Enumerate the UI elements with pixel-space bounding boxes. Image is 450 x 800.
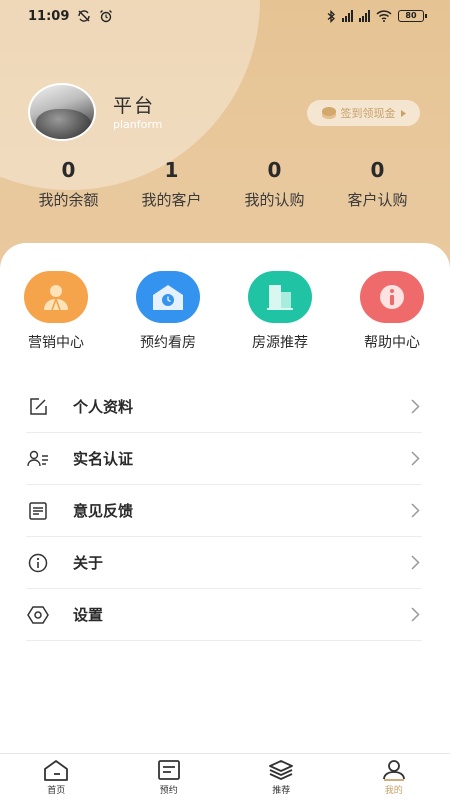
signal-icon-2 — [359, 10, 370, 22]
tab-label: 我的 — [384, 786, 403, 796]
stat-balance[interactable]: 0 我的余额 — [17, 158, 120, 210]
chevron-right-icon — [411, 607, 420, 622]
menu-item-verification[interactable]: 实名认证 — [26, 433, 422, 485]
tab-label: 推荐 — [272, 786, 291, 796]
signin-cash-label: 签到领现金 — [340, 107, 396, 120]
stat-client-subscriptions[interactable]: 0 客户认购 — [326, 158, 429, 210]
user-icon — [382, 760, 405, 781]
menu-item-label: 意见反馈 — [73, 502, 134, 520]
menu-item-label: 实名认证 — [73, 450, 134, 468]
tab-appointment[interactable]: 预约 — [113, 754, 226, 800]
quick-action-listings[interactable]: 房源推荐 — [235, 271, 325, 352]
signin-cash-button[interactable]: 签到领现金 — [307, 100, 420, 126]
menu-item-about[interactable]: 关于 — [26, 537, 422, 589]
info-icon — [26, 551, 50, 575]
status-left: 11:09 — [28, 9, 113, 24]
feedback-icon — [26, 499, 50, 523]
alarm-icon — [100, 10, 113, 23]
stat-label: 我的余额 — [38, 191, 99, 209]
tab-mine[interactable]: 我的 — [338, 754, 450, 800]
profile-name: 平台 — [113, 95, 156, 117]
wifi-icon — [376, 10, 392, 22]
stat-label: 客户认购 — [347, 191, 408, 209]
status-right: 80 — [327, 9, 427, 23]
calendar-note-icon — [157, 760, 180, 780]
layers-icon — [269, 760, 294, 780]
stat-label: 我的客户 — [141, 191, 202, 209]
caret-right-icon — [400, 109, 406, 117]
menu-item-label: 关于 — [73, 554, 104, 572]
stat-value: 0 — [267, 158, 282, 182]
quick-action-marketing[interactable]: 营销中心 — [11, 271, 101, 352]
tab-label: 首页 — [47, 786, 66, 796]
building-icon — [248, 271, 312, 323]
main-card: 营销中心 预约看房 房源推荐 帮助中心 个人资料 实名认证 意见反馈 关于 设置 — [0, 243, 450, 753]
bluetooth-icon — [327, 9, 335, 23]
edit-icon — [26, 395, 50, 419]
quick-action-label: 帮助中心 — [364, 335, 420, 351]
chevron-right-icon — [411, 503, 420, 518]
sync-off-icon — [78, 10, 91, 22]
quick-action-help[interactable]: 帮助中心 — [347, 271, 437, 352]
bottom-tab-bar: 首页 预约 推荐 我的 — [0, 753, 450, 800]
menu-item-profile[interactable]: 个人资料 — [26, 381, 422, 433]
marketing-icon — [24, 271, 88, 323]
quick-action-label: 房源推荐 — [252, 335, 308, 351]
help-info-icon — [360, 271, 424, 323]
chevron-right-icon — [411, 399, 420, 414]
quick-action-label: 预约看房 — [140, 335, 196, 351]
stat-my-subscriptions[interactable]: 0 我的认购 — [223, 158, 326, 210]
signal-icon-1 — [342, 10, 353, 22]
coin-stack-icon — [321, 107, 336, 119]
menu-item-settings[interactable]: 设置 — [26, 589, 422, 641]
stats-row: 0 我的余额 1 我的客户 0 我的认购 0 客户认购 — [0, 158, 450, 210]
quick-action-label: 营销中心 — [28, 335, 84, 351]
id-verify-icon — [26, 447, 50, 471]
menu-item-feedback[interactable]: 意见反馈 — [26, 485, 422, 537]
stat-label: 我的认购 — [244, 191, 305, 209]
tab-label: 预约 — [159, 786, 178, 796]
quick-action-appointment[interactable]: 预约看房 — [123, 271, 213, 352]
appointment-house-icon — [136, 271, 200, 323]
battery-indicator: 80 — [398, 10, 427, 22]
stat-value: 0 — [370, 158, 385, 182]
menu-item-label: 设置 — [73, 606, 104, 624]
stat-value: 0 — [61, 158, 76, 182]
profile-subtitle: planform — [113, 118, 163, 131]
avatar[interactable] — [28, 83, 96, 141]
home-icon — [44, 760, 69, 781]
stat-my-clients[interactable]: 1 我的客户 — [120, 158, 223, 210]
settings-icon — [26, 603, 50, 627]
chevron-right-icon — [411, 555, 420, 570]
status-time: 11:09 — [28, 8, 70, 24]
chevron-right-icon — [411, 451, 420, 466]
stat-value: 1 — [164, 158, 179, 182]
menu-item-label: 个人资料 — [73, 398, 134, 416]
tab-home[interactable]: 首页 — [0, 754, 113, 800]
status-bar: 11:09 80 — [0, 0, 450, 32]
settings-menu: 个人资料 实名认证 意见反馈 关于 设置 — [26, 381, 422, 641]
tab-recommend[interactable]: 推荐 — [225, 754, 338, 800]
